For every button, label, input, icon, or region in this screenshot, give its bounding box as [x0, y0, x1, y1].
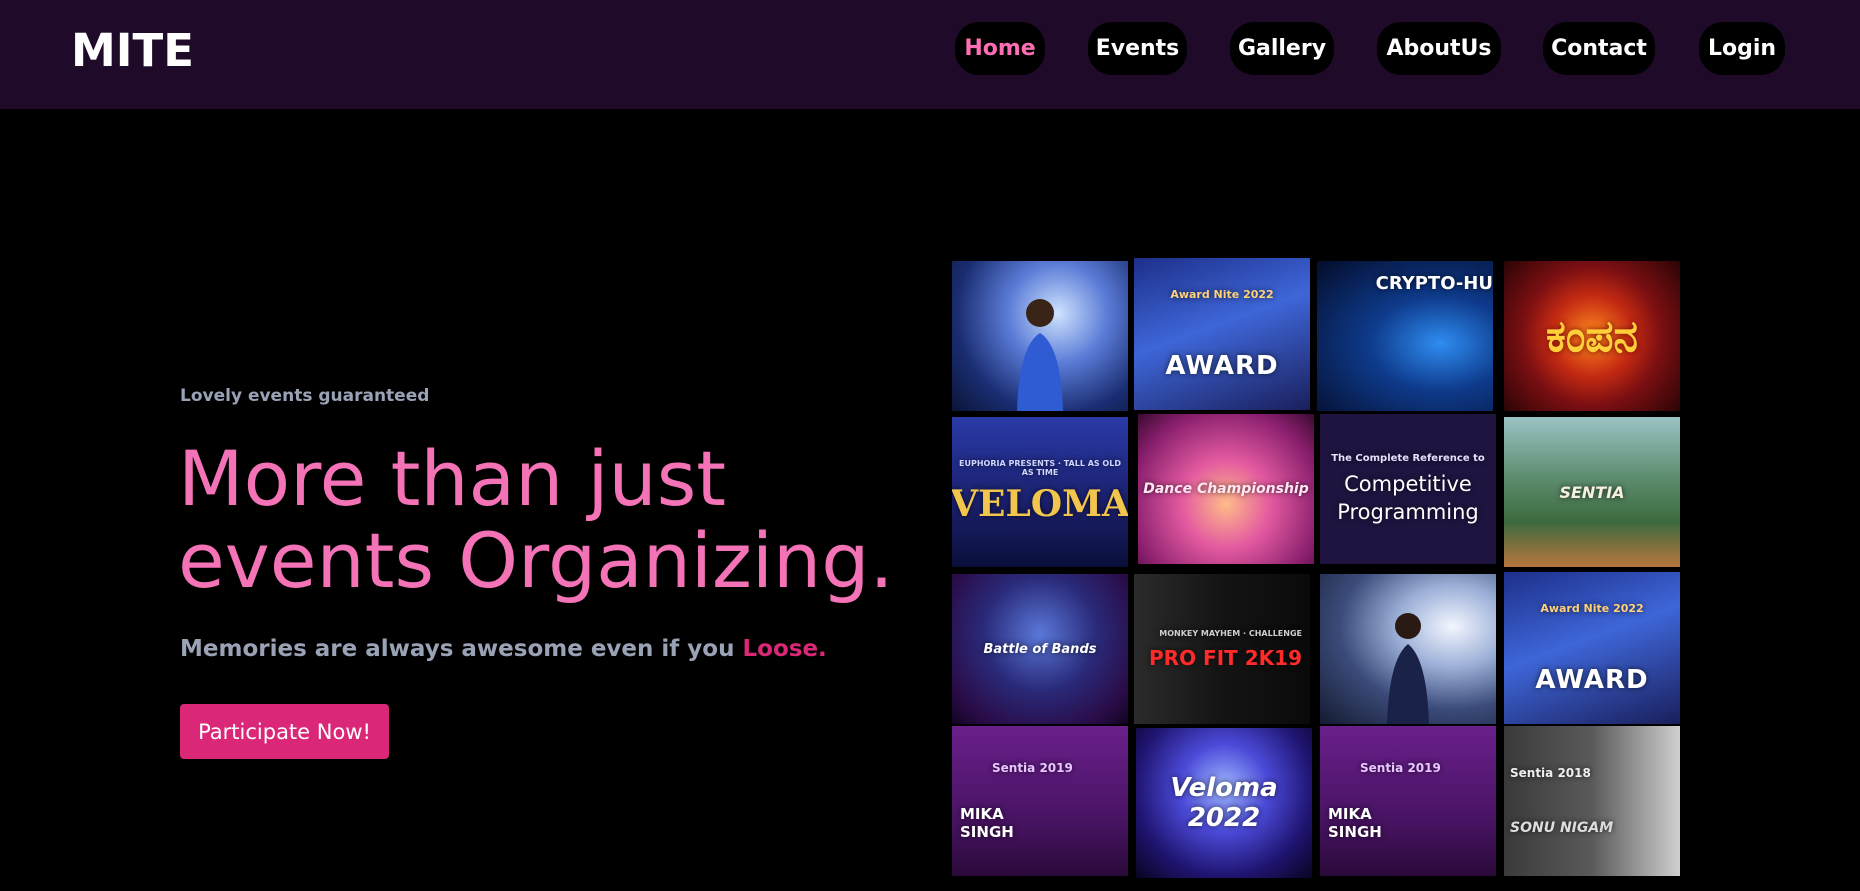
gallery-tile-crypto-hunt[interactable]: CRYPTO-HU — [1317, 261, 1493, 411]
hero-subline: Memories are always awesome even if you … — [180, 636, 827, 662]
performer-silhouette-icon — [1387, 613, 1429, 724]
nav-login[interactable]: Login — [1699, 22, 1785, 75]
tile-caption: Veloma 2022 — [1170, 773, 1278, 833]
gallery-tile-veloma[interactable]: EUPHORIA PRESENTS · TALL AS OLD AS TIME … — [952, 417, 1128, 567]
nav-home[interactable]: Home — [955, 22, 1045, 75]
tile-sub: Sentia 2018 — [1510, 766, 1591, 780]
gallery-tile-dance-championship[interactable]: Dance Championship — [1138, 414, 1314, 564]
navbar: MITE Home Events Gallery AboutUs Contact… — [0, 0, 1860, 109]
tile-sub: Award Nite 2022 — [1540, 601, 1644, 615]
participate-button[interactable]: Participate Now! — [180, 704, 389, 759]
gallery-tile-kampana[interactable]: ಕಂಪನ — [1504, 261, 1680, 411]
gallery-tile-sonu-nigam[interactable]: Sentia 2018 SONU NIGAM — [1504, 726, 1680, 876]
gallery-tile-singer[interactable] — [952, 261, 1128, 411]
tile-sub: The Complete Reference to — [1331, 452, 1485, 464]
tile-caption: SENTIA — [1559, 482, 1625, 502]
hero-tagline: Lovely events guaranteed — [180, 386, 430, 406]
tile-caption: AWARD — [1535, 664, 1649, 695]
gallery-tile-mika-singh[interactable]: Sentia 2019 MIKA SINGH — [952, 726, 1128, 876]
tile-caption: ಕಂಪನ — [1546, 310, 1638, 362]
gallery-tile-mika-singh-2[interactable]: Sentia 2019 MIKA SINGH — [1320, 726, 1496, 876]
tile-sub: Sentia 2019 — [1360, 761, 1441, 775]
gallery-tile-battle-of-bands[interactable]: Battle of Bands — [952, 574, 1128, 724]
hero-headline: More than just events Organizing. — [178, 438, 938, 602]
tile-caption: CRYPTO-HU — [1375, 273, 1493, 294]
tile-sub: Sentia 2019 — [992, 761, 1073, 775]
tile-caption: MIKA SINGH — [1328, 805, 1382, 841]
subline-text: Memories are always awesome even if you — [180, 636, 735, 662]
singer-silhouette-icon — [1017, 299, 1063, 411]
gallery-tile-veloma-2022[interactable]: Veloma 2022 — [1136, 728, 1312, 878]
headline-line-2: events Organizing. — [178, 516, 894, 605]
gallery-tile-pro-fit[interactable]: MONKEY MAYHEM · CHALLENGE PRO FIT 2K19 — [1134, 574, 1310, 724]
tile-caption: SONU NIGAM — [1510, 820, 1614, 836]
tile-sub: Award Nite 2022 — [1170, 287, 1274, 301]
gallery-tile-award-nite-2[interactable]: Award Nite 2022 AWARD — [1504, 572, 1680, 724]
headline-line-1: More than just — [178, 434, 727, 523]
gallery-tile-performer[interactable] — [1320, 574, 1496, 724]
nav-gallery[interactable]: Gallery — [1230, 22, 1334, 75]
gallery-tile-award-nite[interactable]: Award Nite 2022 AWARD — [1134, 258, 1310, 410]
nav-contact[interactable]: Contact — [1543, 22, 1655, 75]
subline-accent: Loose. — [742, 636, 827, 662]
tile-sub: EUPHORIA PRESENTS · TALL AS OLD AS TIME — [959, 459, 1121, 477]
tile-caption: VELOMA — [952, 483, 1128, 525]
site-logo[interactable]: MITE — [71, 26, 194, 76]
tile-caption: Dance Championship — [1143, 481, 1309, 497]
tile-caption: Competitive Programming — [1337, 471, 1479, 524]
tile-caption: AWARD — [1165, 350, 1279, 381]
tile-caption: PRO FIT 2K19 — [1149, 645, 1302, 670]
gallery-tile-competitive-programming[interactable]: The Complete Reference to Competitive Pr… — [1320, 414, 1496, 564]
gallery-tile-campus[interactable]: SENTIA — [1504, 417, 1680, 567]
tile-caption: MIKA SINGH — [960, 805, 1014, 841]
nav-aboutus[interactable]: AboutUs — [1377, 22, 1501, 75]
tile-sub: MONKEY MAYHEM · CHALLENGE — [1159, 628, 1302, 638]
tile-caption: Battle of Bands — [983, 641, 1097, 657]
nav-events[interactable]: Events — [1088, 22, 1187, 75]
